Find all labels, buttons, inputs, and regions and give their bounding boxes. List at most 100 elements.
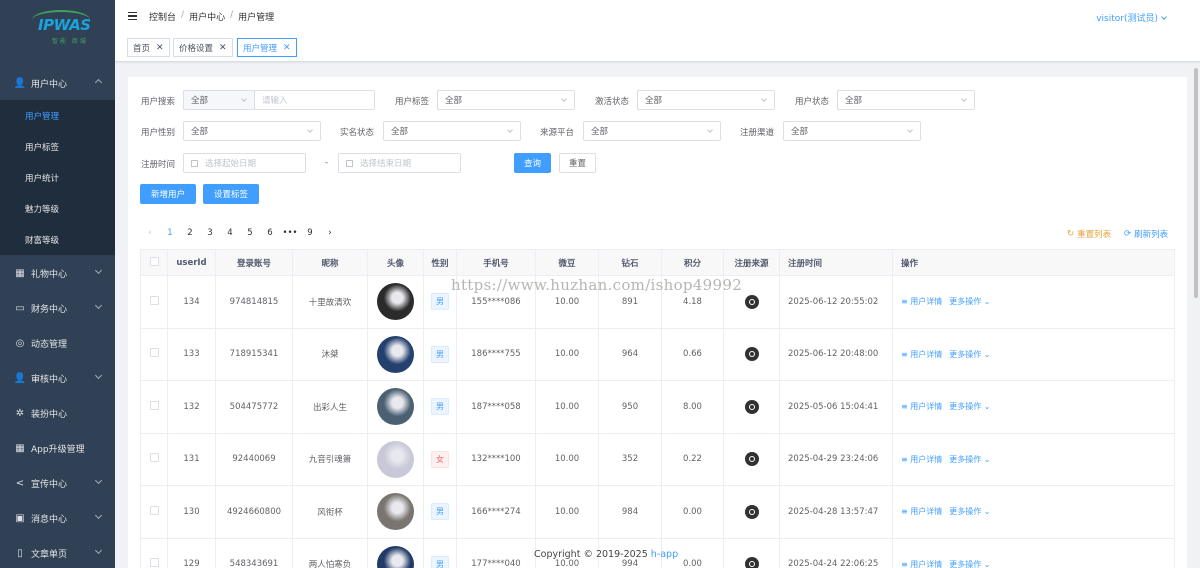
search-input[interactable]: 请输入 <box>254 90 375 110</box>
sidebar-subitem[interactable]: 用户管理 <box>0 104 115 128</box>
sidebar-menu-item[interactable]: ▯ 文章单页 <box>0 540 115 566</box>
sidebar-menu-item[interactable]: 👤 审核中心 <box>0 365 115 391</box>
user-detail-link[interactable]: ≡ 用户详情 <box>901 401 942 412</box>
more-actions-dropdown[interactable]: 更多操作 ⌄ <box>949 454 990 465</box>
row-checkbox[interactable] <box>149 505 159 515</box>
chevron-down-icon <box>94 511 103 520</box>
select-all-checkbox[interactable] <box>149 256 159 266</box>
select-value: 全部 <box>845 96 863 106</box>
diamond-cell: 964 <box>598 327 662 381</box>
more-actions-dropdown[interactable]: 更多操作 ⌄ <box>949 349 990 360</box>
realname-select[interactable]: 全部 <box>383 121 521 141</box>
user-status-select[interactable]: 全部 <box>837 90 975 110</box>
row-checkbox[interactable] <box>149 558 159 568</box>
column-header: 登录账号 <box>215 249 293 276</box>
scrollbar[interactable] <box>1194 68 1198 298</box>
avatar[interactable] <box>377 335 414 373</box>
sidebar-menu-item[interactable]: 👤 用户中心 <box>0 70 115 96</box>
user-detail-link[interactable]: ≡ 用户详情 <box>901 296 942 307</box>
userid-cell: 130 <box>167 485 216 539</box>
chrome-icon <box>744 557 759 568</box>
page-number[interactable]: 6 <box>260 228 280 238</box>
reg-time-label: 注册时间 <box>141 160 176 170</box>
user-menu[interactable]: visitor(测试员) <box>1096 11 1167 24</box>
user-detail-link[interactable]: ≡ 用户详情 <box>901 454 942 465</box>
avatar[interactable] <box>377 493 414 531</box>
avatar[interactable] <box>377 388 414 426</box>
more-actions-dropdown[interactable]: 更多操作 ⌄ <box>949 559 990 568</box>
sidebar-menu-item[interactable]: ✲ 装扮中心 <box>0 400 115 426</box>
row-checkbox[interactable] <box>149 348 159 358</box>
avatar[interactable] <box>377 283 414 321</box>
close-icon[interactable]: ✕ <box>156 43 164 53</box>
sidebar-menu-item[interactable]: ▣ 消息中心 <box>0 505 115 531</box>
end-date-input[interactable]: 选择结束日期 <box>338 153 461 173</box>
nickname-cell: 出彩人生 <box>292 380 368 434</box>
sidebar-subitem[interactable]: 用户统计 <box>0 166 115 190</box>
row-select-cell <box>140 537 168 568</box>
user-detail-link[interactable]: ≡ 用户详情 <box>901 559 942 568</box>
sidebar-subitem[interactable]: 魅力等级 <box>0 197 115 221</box>
start-date-input[interactable]: 选择起始日期 <box>183 153 306 173</box>
query-button[interactable]: 查询 <box>514 153 551 173</box>
sidebar-subitem[interactable]: 财富等级 <box>0 228 115 252</box>
tag-filter-select[interactable]: 全部 <box>437 90 575 110</box>
platform-select[interactable]: 全部 <box>583 121 721 141</box>
page-number[interactable]: 3 <box>200 228 220 238</box>
user-detail-link[interactable]: ≡ 用户详情 <box>901 349 942 360</box>
sidebar-menu-item[interactable]: ▦ App升级管理 <box>0 435 115 461</box>
phone-cell: 166****274 <box>456 485 536 539</box>
tab-price-settings[interactable]: 价格设置 ✕ <box>173 38 233 57</box>
next-page-button[interactable]: › <box>320 228 340 238</box>
page-number[interactable]: 9 <box>300 228 320 238</box>
avatar[interactable] <box>377 440 414 478</box>
page-number[interactable]: 1 <box>160 228 180 238</box>
more-actions-dropdown[interactable]: 更多操作 ⌄ <box>949 401 990 412</box>
tab-home[interactable]: 首页 ✕ <box>127 38 170 57</box>
channel-select[interactable]: 全部 <box>783 121 921 141</box>
avatar[interactable] <box>377 545 414 568</box>
prev-page-button[interactable]: ‹ <box>140 228 160 238</box>
active-status-select[interactable]: 全部 <box>637 90 775 110</box>
chevron-down-icon <box>241 96 247 102</box>
close-icon[interactable]: ✕ <box>283 43 291 53</box>
breadcrumb-item[interactable]: 用户中心 <box>189 10 225 23</box>
row-checkbox[interactable] <box>149 295 159 305</box>
sidebar-menu-item[interactable]: ▦ 礼物中心 <box>0 260 115 286</box>
footer-link[interactable]: h-app <box>651 549 678 560</box>
set-tag-button[interactable]: 设置标签 <box>203 184 259 204</box>
refresh-list-button[interactable]: ⟳ 刷新列表 <box>1124 228 1168 240</box>
breadcrumb-item[interactable]: 控制台 <box>149 10 176 23</box>
more-pages-ellipsis[interactable]: ••• <box>280 228 300 238</box>
avatar-cell <box>367 275 424 329</box>
page-number[interactable]: 2 <box>180 228 200 238</box>
tab-user-management[interactable]: 用户管理 ✕ <box>237 38 297 57</box>
user-detail-label: 用户详情 <box>910 402 943 412</box>
more-actions-dropdown[interactable]: 更多操作 ⌄ <box>949 296 990 307</box>
logo: IPWAS 智能 商城 <box>0 0 115 50</box>
add-user-button[interactable]: 新增用户 <box>140 184 196 204</box>
sidebar-menu-label: 动态管理 <box>31 339 68 350</box>
reset-list-button[interactable]: ↻ 重置列表 <box>1067 228 1111 240</box>
diamond-cell: 950 <box>598 380 662 434</box>
gender-select[interactable]: 全部 <box>183 121 321 141</box>
more-actions-label: 更多操作 <box>949 559 982 568</box>
sidebar-menu-item[interactable]: < 宣传中心 <box>0 470 115 496</box>
more-actions-dropdown[interactable]: 更多操作 ⌄ <box>949 506 990 517</box>
gender-cell: 男 <box>423 380 457 434</box>
search-scope-select[interactable]: 全部 <box>183 90 255 110</box>
reset-button[interactable]: 重置 <box>559 153 596 173</box>
user-detail-link[interactable]: ≡ 用户详情 <box>901 506 942 517</box>
footer: Copyright © 2019-2025 h-app <box>534 549 678 560</box>
page-number[interactable]: 5 <box>240 228 260 238</box>
close-icon[interactable]: ✕ <box>219 43 227 53</box>
pagination: ‹ 1 2 3 4 5 6 ••• 9 › <box>140 228 340 238</box>
column-header: 注册时间 <box>779 249 893 276</box>
row-checkbox[interactable] <box>149 453 159 463</box>
sidebar-menu-item[interactable]: ▭ 财务中心 <box>0 295 115 321</box>
hamburger-icon[interactable] <box>128 11 137 21</box>
row-checkbox[interactable] <box>149 400 159 410</box>
sidebar-menu-item[interactable]: ◎ 动态管理 <box>0 330 115 356</box>
page-number[interactable]: 4 <box>220 228 240 238</box>
sidebar-subitem[interactable]: 用户标签 <box>0 135 115 159</box>
